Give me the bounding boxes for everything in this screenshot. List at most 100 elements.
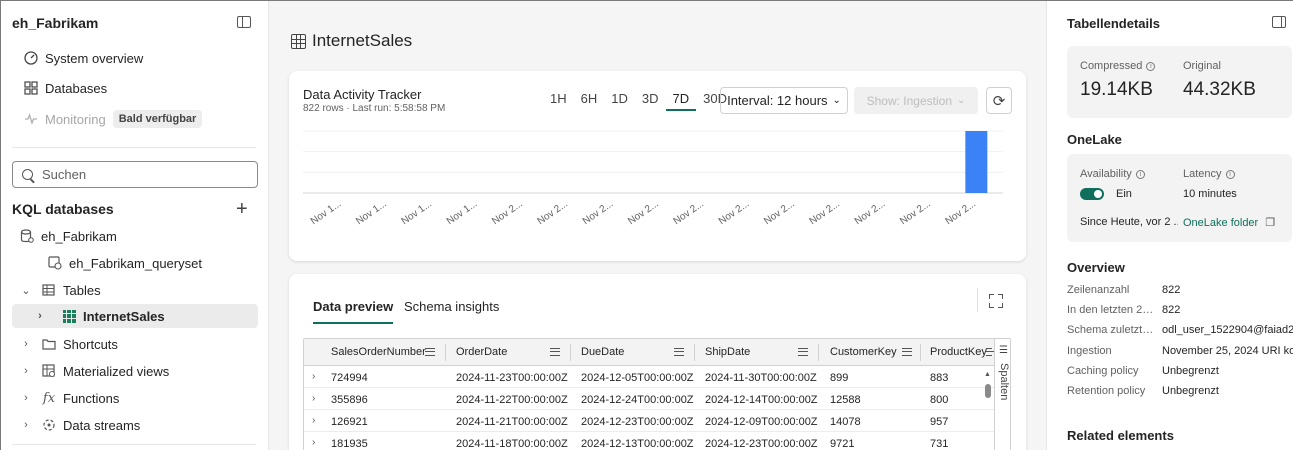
refresh-button[interactable]: ⟳ <box>986 87 1012 114</box>
tree-item-queryset[interactable]: eh_Fabrikam_queryset <box>47 251 202 275</box>
range-6h[interactable]: 6H <box>574 91 605 111</box>
info-icon[interactable]: i <box>1135 169 1145 179</box>
x-tick-label: Nov 2... <box>672 198 707 227</box>
range-7d[interactable]: 7D <box>665 91 697 111</box>
overview-value: 822 <box>1162 284 1181 296</box>
cell: 724994 <box>331 372 368 384</box>
tab-schema-insights[interactable]: Schema insights <box>404 299 499 322</box>
table-row[interactable]: › 181935 2024-11-18T00:00:00Z 2024-12-13… <box>304 433 994 450</box>
refresh-icon: ⟳ <box>992 92 1006 110</box>
column-menu-icon[interactable] <box>798 348 808 356</box>
chevron-down-icon: ⌄ <box>957 95 966 106</box>
tree-item-database[interactable]: eh_Fabrikam <box>19 224 117 248</box>
info-icon[interactable]: i <box>1225 169 1235 179</box>
queryset-icon <box>47 255 63 271</box>
interval-dropdown[interactable]: Interval: 12 hours ⌄ <box>720 87 848 114</box>
nav-databases[interactable]: Databases <box>23 77 107 99</box>
column-header[interactable]: ProductKey <box>930 346 987 358</box>
overview-value: Unbegrenzt <box>1162 385 1219 397</box>
x-tick-label: Nov 2... <box>762 198 797 227</box>
tree-item-tables[interactable]: ⌄ Tables <box>19 278 100 302</box>
column-menu-icon[interactable] <box>550 348 560 356</box>
fullscreen-icon[interactable] <box>989 294 1003 308</box>
main-content: InternetSales Data Activity Tracker 822 … <box>269 1 1046 450</box>
add-icon[interactable]: + <box>236 199 248 219</box>
data-stream-icon <box>41 417 57 433</box>
range-1h[interactable]: 1H <box>543 91 574 111</box>
tree-item-materialized-views[interactable]: › Materialized views <box>19 359 169 383</box>
x-tick-label: Nov 2... <box>898 198 933 227</box>
tree-item-data-streams[interactable]: › Data streams <box>19 413 140 437</box>
range-3d[interactable]: 3D <box>635 91 666 111</box>
availability-label: Availability i <box>1080 168 1145 180</box>
column-menu-icon[interactable] <box>674 348 684 356</box>
collapse-sidebar-icon[interactable] <box>237 16 251 28</box>
tree-label: InternetSales <box>83 308 165 324</box>
cell: 731 <box>930 438 949 450</box>
chevron-right-icon[interactable]: › <box>19 365 33 377</box>
column-menu-icon[interactable] <box>986 348 996 356</box>
column-separator <box>818 344 819 361</box>
latency-value: 10 minutes <box>1183 188 1237 200</box>
onelake-folder-label: OneLake folder <box>1183 217 1259 229</box>
availability-toggle[interactable] <box>1080 188 1104 200</box>
original-value: 44.32KB <box>1183 79 1256 100</box>
tree-item-functions[interactable]: › fx Functions <box>19 386 119 410</box>
divider <box>12 147 256 148</box>
chevron-down-icon[interactable]: ⌄ <box>19 284 33 297</box>
cell: 2024-12-14T00:00:00Z <box>705 394 818 406</box>
expand-row-icon[interactable]: › <box>312 415 315 426</box>
columns-side-panel[interactable]: ☰ Spalten <box>994 339 1010 450</box>
compressed-label: Compressed i <box>1080 60 1156 72</box>
cell: 181935 <box>331 438 368 450</box>
x-tick-label: Nov 2... <box>717 198 752 227</box>
expand-row-icon[interactable]: › <box>312 371 315 382</box>
close-panel-icon[interactable] <box>1272 16 1286 28</box>
table-row[interactable]: › 126921 2024-11-21T00:00:00Z 2024-12-23… <box>304 411 994 432</box>
cell: 355896 <box>331 394 368 406</box>
expand-row-icon[interactable]: › <box>312 437 315 448</box>
column-header[interactable]: ShipDate <box>705 346 750 358</box>
interval-label: Interval: 12 hours <box>727 93 828 108</box>
range-1d[interactable]: 1D <box>604 91 635 111</box>
overview-value: odl_user_1522904@faiad20... <box>1162 324 1293 336</box>
chevron-right-icon[interactable]: › <box>19 419 33 431</box>
scroll-thumb[interactable] <box>985 384 991 398</box>
cell: 12588 <box>830 394 861 406</box>
search-input[interactable]: Suchen <box>12 161 258 188</box>
chevron-right-icon[interactable]: › <box>19 338 33 350</box>
table-row[interactable]: › 724994 2024-11-23T00:00:00Z 2024-12-05… <box>304 367 994 388</box>
cell: 2024-12-05T00:00:00Z <box>581 372 694 384</box>
scroll-up-icon[interactable]: ▲ <box>984 371 991 378</box>
cell: 883 <box>930 372 949 384</box>
table-row[interactable]: › 355896 2024-11-22T00:00:00Z 2024-12-24… <box>304 389 994 410</box>
column-header[interactable]: CustomerKey <box>830 346 897 358</box>
left-sidebar: eh_Fabrikam System overview Databases Mo… <box>1 1 269 450</box>
tree-item-shortcuts[interactable]: › Shortcuts <box>19 332 118 356</box>
expand-row-icon[interactable]: › <box>312 393 315 404</box>
vertical-scrollbar[interactable]: ▲ <box>984 367 993 450</box>
copy-icon[interactable]: ❐ <box>1265 217 1275 229</box>
cell: 2024-12-23T00:00:00Z <box>581 416 694 428</box>
page-title: InternetSales <box>291 31 412 51</box>
column-header[interactable]: DueDate <box>581 346 624 358</box>
tree-item-internetsales[interactable]: › InternetSales <box>12 304 258 328</box>
cell: 800 <box>930 394 949 406</box>
chevron-right-icon[interactable]: › <box>19 392 33 404</box>
column-header[interactable]: OrderDate <box>456 346 507 358</box>
chart-bar[interactable] <box>965 131 988 193</box>
search-placeholder: Suchen <box>42 167 87 182</box>
materialized-view-icon <box>41 363 57 379</box>
column-menu-icon[interactable] <box>902 348 912 356</box>
info-icon[interactable]: i <box>1146 61 1156 71</box>
nav-system-overview[interactable]: System overview <box>23 47 143 69</box>
tab-data-preview[interactable]: Data preview <box>313 299 394 324</box>
x-tick-label: Nov 2... <box>536 198 571 227</box>
tracker-title: Data Activity Tracker <box>303 87 422 102</box>
column-header[interactable]: SalesOrderNumber <box>331 346 426 358</box>
onelake-folder-link[interactable]: OneLake folder ❐ <box>1183 216 1275 229</box>
column-menu-icon[interactable] <box>425 348 435 356</box>
chevron-right-icon[interactable]: › <box>33 310 47 322</box>
size-box: Compressed i 19.14KB Original 44.32KB <box>1067 46 1292 118</box>
divider <box>12 444 256 445</box>
